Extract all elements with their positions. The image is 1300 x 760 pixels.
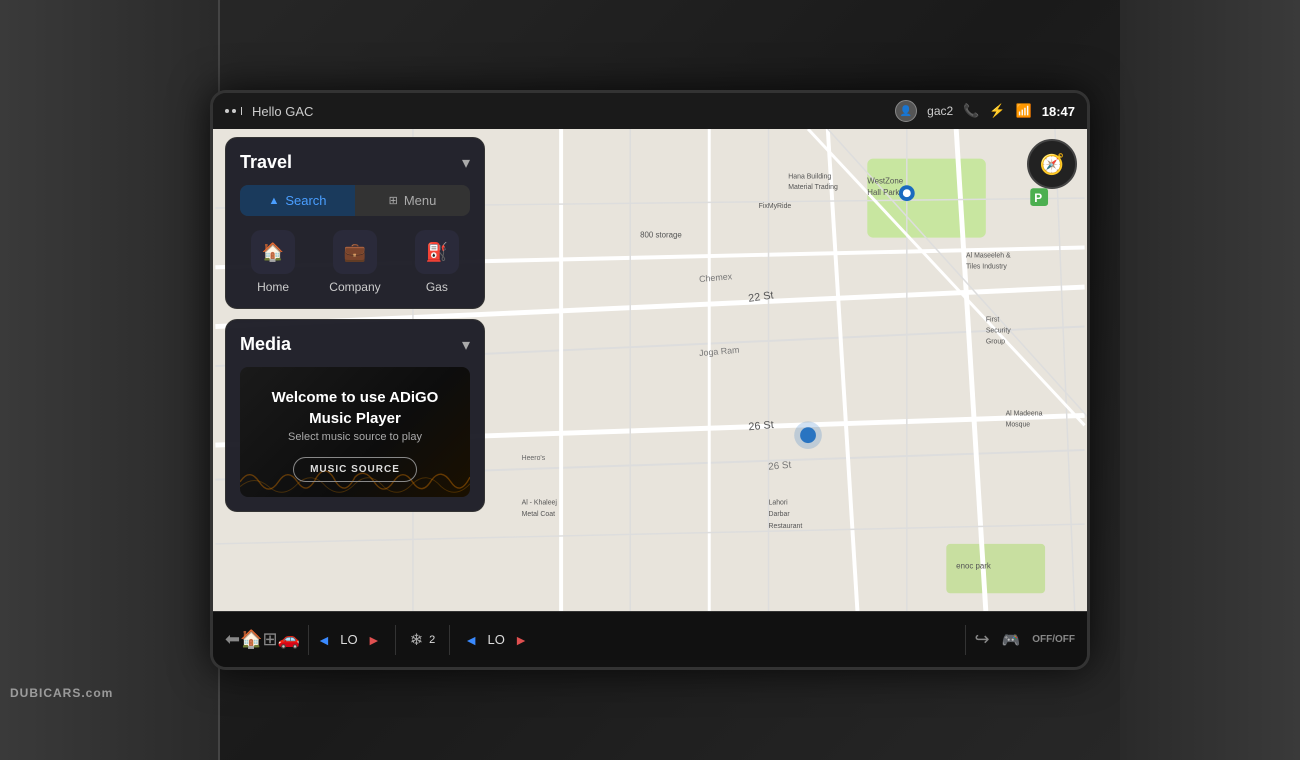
divider-3 bbox=[449, 625, 450, 655]
svg-text:Metal Coat: Metal Coat bbox=[522, 511, 555, 518]
fan-icon: ❄ bbox=[410, 630, 423, 650]
svg-text:WestZone: WestZone bbox=[867, 176, 903, 185]
svg-text:Darbar: Darbar bbox=[769, 511, 791, 518]
media-content: Welcome to use ADiGO Music Player Select… bbox=[240, 367, 470, 497]
car-interior-left bbox=[0, 0, 220, 760]
menu-tab-icon: ⊞ bbox=[389, 194, 398, 207]
quick-destinations: 🏠 Home 💼 Company ⛽ Gas bbox=[240, 230, 470, 294]
divider-4 bbox=[965, 625, 966, 655]
temp-left-decrease[interactable]: ◄ bbox=[317, 632, 331, 648]
music-title: Welcome to use ADiGO bbox=[272, 389, 439, 406]
svg-text:26 St: 26 St bbox=[748, 419, 774, 433]
menu-tab-label: Menu bbox=[404, 193, 437, 208]
svg-text:FixMyRide: FixMyRide bbox=[759, 203, 792, 210]
temp-right-increase[interactable]: ► bbox=[514, 632, 528, 648]
search-tab-label: Search bbox=[285, 193, 326, 208]
dest-gas[interactable]: ⛽ Gas bbox=[415, 230, 459, 294]
media-panel-header: Media ▾ bbox=[240, 334, 470, 355]
music-source-button[interactable]: MUSIC SOURCE bbox=[293, 457, 417, 482]
company-icon-container: 💼 bbox=[333, 230, 377, 274]
park-area bbox=[867, 159, 986, 238]
svg-text:800 storage: 800 storage bbox=[640, 231, 682, 240]
svg-text:26 St: 26 St bbox=[768, 460, 792, 473]
username: gac2 bbox=[927, 104, 953, 118]
user-initial: 👤 bbox=[900, 106, 912, 117]
climate-section: ◄ LO ► ❄ 2 ◄ LO ► bbox=[317, 625, 957, 655]
search-tab-icon: ▲ bbox=[268, 195, 279, 207]
temp-left-value: LO bbox=[337, 632, 361, 647]
home-icon-container: 🏠 bbox=[251, 230, 295, 274]
svg-text:Al Maseeleh &: Al Maseeleh & bbox=[966, 252, 1011, 259]
temp-left-increase[interactable]: ► bbox=[367, 632, 381, 648]
dest-gas-label: Gas bbox=[426, 280, 448, 294]
media-panel: Media ▾ Welcome to use ADiGO Music Playe… bbox=[225, 319, 485, 512]
svg-text:Hana Building: Hana Building bbox=[788, 173, 831, 180]
off-toggle[interactable]: OFF/OFF bbox=[1032, 634, 1075, 645]
dest-home[interactable]: 🏠 Home bbox=[251, 230, 295, 294]
tab-menu[interactable]: ⊞ Menu bbox=[355, 185, 470, 216]
travel-panel-header: Travel ▾ bbox=[240, 152, 470, 173]
travel-tabs: ▲ Search ⊞ Menu bbox=[240, 185, 470, 216]
dest-home-label: Home bbox=[257, 280, 289, 294]
svg-text:Al - Khaleej: Al - Khaleej bbox=[522, 499, 558, 506]
car-interior-right bbox=[1120, 0, 1300, 760]
media-chevron-icon[interactable]: ▾ bbox=[462, 335, 470, 355]
wifi-icon: 📶 bbox=[1016, 103, 1032, 119]
temp-right-value: LO bbox=[484, 632, 508, 647]
divider-1 bbox=[308, 625, 309, 655]
home-icon: 🏠 bbox=[262, 242, 284, 263]
gas-icon-container: ⛽ bbox=[415, 230, 459, 274]
home-nav-icon[interactable]: 🏠 bbox=[240, 629, 262, 650]
overlay-panels: Travel ▾ ▲ Search ⊞ Menu bbox=[225, 137, 485, 512]
svg-text:Lahori: Lahori bbox=[769, 499, 789, 506]
svg-text:Material Trading: Material Trading bbox=[788, 184, 838, 191]
status-left: Hello GAC bbox=[225, 104, 313, 119]
travel-chevron-icon[interactable]: ▾ bbox=[462, 153, 470, 173]
greeting-text: Hello GAC bbox=[252, 104, 313, 119]
car-frame: Hello GAC 👤 gac2 📞 ⚡ 📶 18:47 bbox=[0, 0, 1300, 760]
infotainment-screen: Hello GAC 👤 gac2 📞 ⚡ 📶 18:47 bbox=[210, 90, 1090, 670]
music-title-line2: Music Player bbox=[309, 410, 401, 427]
watermark: DUBICARS.com bbox=[10, 686, 113, 700]
bottom-bar: ⬅ 🏠 ⊞ 🚗 ◄ LO ► ❄ 2 ◄ LO ► bbox=[213, 611, 1087, 667]
time-display: 18:47 bbox=[1042, 104, 1075, 119]
rear-defrost-icon[interactable]: ↪ bbox=[974, 629, 989, 650]
company-icon: 💼 bbox=[344, 242, 366, 263]
svg-text:P: P bbox=[1034, 191, 1042, 205]
right-controls: ↪ 🎮 OFF/OFF bbox=[974, 629, 1075, 650]
steering-heat-icon[interactable]: 🎮 bbox=[1002, 631, 1021, 649]
svg-text:Restaurant: Restaurant bbox=[769, 523, 803, 530]
dest-company[interactable]: 💼 Company bbox=[329, 230, 380, 294]
car-nav-icon[interactable]: 🚗 bbox=[278, 629, 300, 650]
travel-panel: Travel ▾ ▲ Search ⊞ Menu bbox=[225, 137, 485, 309]
svg-text:Heero's: Heero's bbox=[522, 455, 546, 462]
media-panel-title: Media bbox=[240, 334, 291, 355]
user-avatar: 👤 bbox=[895, 100, 917, 122]
svg-text:Hall Park: Hall Park bbox=[867, 188, 899, 197]
tab-search[interactable]: ▲ Search bbox=[240, 185, 355, 216]
svg-text:Al Madeena: Al Madeena bbox=[1006, 410, 1043, 417]
back-icon[interactable]: ⬅ bbox=[225, 629, 240, 650]
status-right: 👤 gac2 📞 ⚡ 📶 18:47 bbox=[895, 100, 1075, 122]
divider-2 bbox=[395, 625, 396, 655]
svg-text:First: First bbox=[986, 317, 1000, 324]
music-subtitle: Select music source to play bbox=[288, 431, 422, 443]
status-bar: Hello GAC 👤 gac2 📞 ⚡ 📶 18:47 bbox=[213, 93, 1087, 129]
dest-company-label: Company bbox=[329, 280, 380, 294]
svg-text:Group: Group bbox=[986, 338, 1005, 345]
travel-panel-title: Travel bbox=[240, 152, 292, 173]
signal-icon bbox=[225, 107, 244, 115]
svg-text:Tiles Industry: Tiles Industry bbox=[966, 263, 1007, 270]
temp-right-decrease[interactable]: ◄ bbox=[464, 632, 478, 648]
gas-icon: ⛽ bbox=[426, 242, 448, 263]
compass-icon: 🧭 bbox=[1040, 152, 1065, 177]
svg-text:enoc park: enoc park bbox=[956, 562, 991, 571]
fan-count: 2 bbox=[429, 634, 435, 646]
bluetooth-icon: ⚡ bbox=[989, 103, 1005, 119]
compass: 🧭 bbox=[1027, 139, 1077, 189]
grid-nav-icon[interactable]: ⊞ bbox=[263, 629, 278, 650]
svg-text:Security: Security bbox=[986, 327, 1011, 334]
phone-icon: 📞 bbox=[963, 103, 979, 119]
svg-text:Mosque: Mosque bbox=[1006, 421, 1031, 428]
